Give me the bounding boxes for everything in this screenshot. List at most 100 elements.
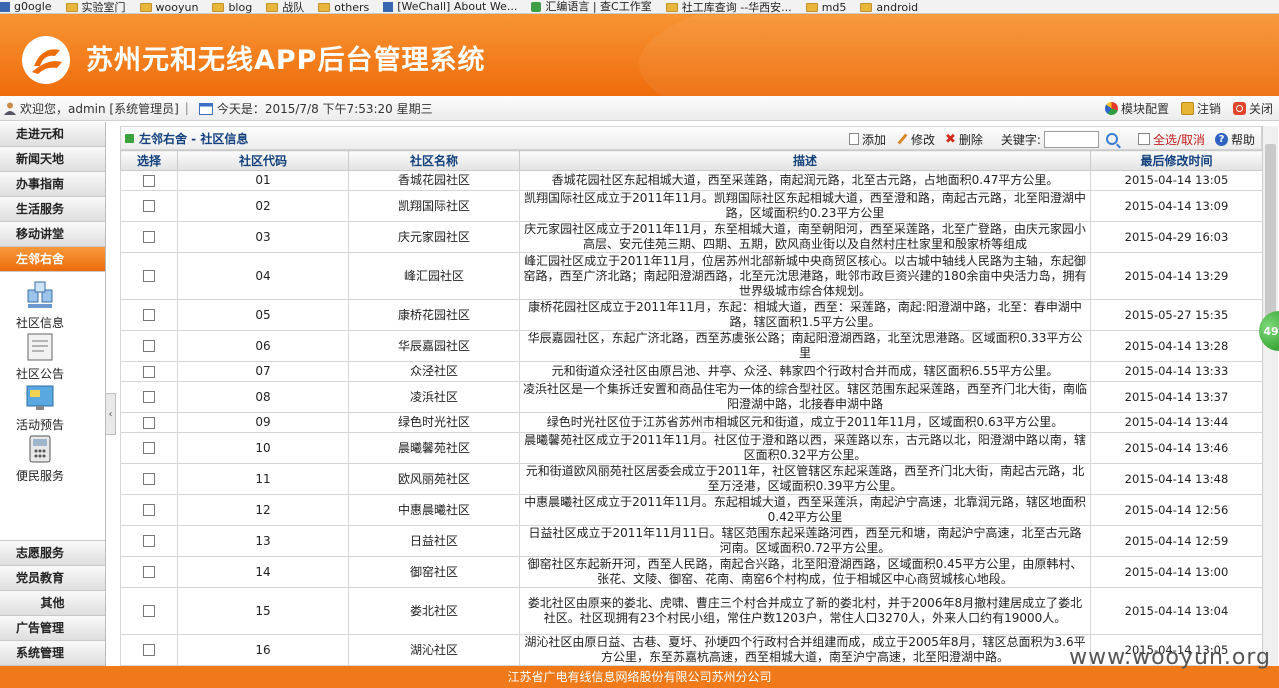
top-actions: 模块配置 注销 关闭 — [1104, 96, 1273, 121]
table-row[interactable]: 02 凯翔国际社区 凯翔国际社区成立于2011年11月。凯翔国际社区东起相城大道，西… — [120, 190, 1263, 222]
row-checkbox[interactable] — [143, 504, 155, 516]
row-time-cell: 2015-05-27 15:35 — [1090, 299, 1263, 331]
bookmark-item[interactable]: blog — [212, 1, 252, 14]
app-logo-icon — [22, 36, 70, 84]
sub-item-label: 社区信息 — [15, 316, 64, 330]
table-row[interactable]: 13 日益社区 日益社区成立于2011年11月11日。辖区范围东起采莲路河西，西至元… — [120, 525, 1263, 557]
row-checkbox[interactable] — [143, 340, 155, 352]
row-time-cell: 2015-04-14 13:44 — [1090, 412, 1263, 433]
sidebar-item-ads[interactable]: 广告管理 — [0, 616, 105, 641]
row-time-cell: 2015-04-14 13:04 — [1090, 587, 1263, 635]
search-icon[interactable] — [1105, 133, 1118, 145]
row-checkbox[interactable] — [143, 391, 155, 403]
vertical-scrollbar[interactable] — [1262, 126, 1278, 666]
row-checkbox[interactable] — [143, 270, 155, 282]
sidebar-item-guide[interactable]: 办事指南 — [0, 172, 105, 197]
row-select-cell — [120, 221, 178, 253]
row-checkbox[interactable] — [143, 605, 155, 617]
row-checkbox[interactable] — [143, 174, 155, 187]
sub-item-label: 便民服务 — [15, 469, 64, 483]
row-name-cell: 峰汇园社区 — [348, 252, 520, 300]
row-desc-cell: 日益社区成立于2011年11月11日。辖区范围东起采莲路河西，西至元和塘，南起沪… — [519, 525, 1091, 557]
bookmark-item[interactable]: [WeChall] About We... — [383, 0, 517, 13]
table-row[interactable]: 04 峰汇园社区 峰汇园社区成立于2011年11月，位居苏州北部新城中央商贸区核心。… — [120, 252, 1263, 300]
bookmark-item[interactable]: 战队 — [266, 0, 305, 14]
table-row[interactable]: 03 庆元家园社区 庆元家园社区成立于2011年11月，东至相城大道，南至朝阳河，西… — [120, 221, 1263, 253]
add-button[interactable]: 添加 — [848, 131, 886, 148]
row-checkbox[interactable] — [143, 566, 155, 578]
row-desc-cell: 凌浜社区是一个集拆迁安置和商品住宅为一体的综合型社区。辖区范围东起采莲路，西至齐… — [519, 381, 1091, 413]
table-row[interactable]: 07 众泾社区 元和街道众泾社区由原吕池、井亭、众泾、韩家四个行政村合并而成，辖区面… — [120, 361, 1263, 382]
close-button[interactable]: 关闭 — [1232, 100, 1273, 117]
folder-icon — [860, 3, 873, 12]
row-checkbox[interactable] — [143, 442, 155, 454]
row-checkbox[interactable] — [143, 231, 155, 243]
row-name-cell: 欧风丽苑社区 — [348, 463, 520, 495]
sidebar-item-system[interactable]: 系统管理 — [0, 641, 105, 666]
col-header-name: 社区名称 — [348, 150, 520, 171]
table-row[interactable]: 15 娄北社区 娄北社区由原来的娄北、虎啸、曹庄三个村合并成立了新的娄北村，并于20… — [120, 587, 1263, 635]
sidebar-item-life[interactable]: 生活服务 — [0, 197, 105, 222]
help-button[interactable]: ? 帮助 — [1214, 131, 1255, 148]
bookmark-item[interactable]: 社工库查询 --华西安... — [665, 1, 792, 14]
sidebar-item-party[interactable]: 党员教育 — [0, 566, 105, 591]
row-name-cell: 晨曦馨苑社区 — [348, 432, 520, 464]
table-row[interactable]: 06 华辰嘉园社区 华辰嘉园社区，东起广济北路，西至苏虞张公路；南起阳澄湖西路，北至… — [120, 330, 1263, 362]
row-checkbox[interactable] — [143, 535, 155, 547]
table-row[interactable]: 08 凌浜社区 凌浜社区是一个集拆迁安置和商品住宅为一体的综合型社区。辖区范围东起采… — [120, 381, 1263, 413]
row-name-cell: 中惠晨曦社区 — [348, 494, 520, 526]
bookmark-item[interactable]: 实验室门 — [65, 0, 126, 14]
table-row[interactable]: 12 中惠晨曦社区 中惠晨曦社区成立于2011年11月。东起相城大道，西至采莲浜，南… — [120, 494, 1263, 526]
sidebar-item-zoujin[interactable]: 走进元和 — [0, 122, 105, 147]
table-row[interactable]: 09 绿色时光社区 绿色时光社区位于江苏省苏州市相城区元和街道，成立于2011年11… — [120, 412, 1263, 433]
edit-label: 修改 — [910, 132, 935, 147]
sidebar-item-other[interactable]: 其他 — [0, 591, 105, 616]
row-checkbox[interactable] — [143, 200, 155, 212]
sidebar-item-lecture[interactable]: 移动讲堂 — [0, 222, 105, 247]
sub-item-convenience[interactable]: 便民服务 — [0, 433, 80, 484]
bookmark-label: 战队 — [282, 0, 305, 14]
bookmark-label: 实验室门 — [81, 0, 126, 14]
row-checkbox[interactable] — [143, 365, 155, 378]
row-code-cell: 08 — [177, 381, 349, 413]
bookmark-item[interactable]: wooyun — [139, 1, 198, 14]
row-checkbox[interactable] — [143, 473, 155, 485]
table-row[interactable]: 01 香城花园社区 香城花园社区东起相城大道，西至采莲路，南起润元路，北至古元路，占… — [120, 170, 1263, 191]
sidebar-item-neighbors[interactable]: 左邻右舍 — [0, 247, 105, 272]
row-select-cell — [120, 432, 178, 464]
row-desc-cell: 华辰嘉园社区，东起广济北路，西至苏虞张公路；南起阳澄湖西路，北至沈思港路。区域面… — [519, 330, 1091, 362]
keyword-label: 关键字: — [1000, 132, 1041, 147]
bookmark-item[interactable]: others — [318, 1, 369, 14]
arrow-icon — [125, 133, 134, 143]
bookmark-item[interactable]: android — [860, 1, 918, 14]
delete-button[interactable]: ✖ 删除 — [945, 131, 983, 148]
module-config-button[interactable]: 模块配置 — [1104, 100, 1169, 117]
sidebar-item-news[interactable]: 新闻天地 — [0, 147, 105, 172]
sidebar-item-volunteer[interactable]: 志愿服务 — [0, 541, 105, 566]
sub-item-event-preview[interactable]: 活动预告 — [0, 382, 80, 433]
sub-item-community-notice[interactable]: 社区公告 — [0, 331, 80, 382]
row-name-cell: 日益社区 — [348, 525, 520, 557]
bookmark-item[interactable]: md5 — [805, 1, 846, 14]
sub-item-community-info[interactable]: 社区信息 — [0, 280, 80, 331]
bookmark-item[interactable]: 汇编语言 | 查C工作室 — [531, 0, 652, 13]
row-desc-cell: 元和街道欧风丽苑社区居委会成立于2011年，社区管辖区东起采莲路，西至齐门北大街… — [519, 463, 1091, 495]
select-all-button[interactable]: 全选/取消 — [1137, 131, 1205, 148]
table-row[interactable]: 11 欧风丽苑社区 元和街道欧风丽苑社区居委会成立于2011年，社区管辖区东起采莲路… — [120, 463, 1263, 495]
row-select-cell — [120, 494, 178, 526]
row-checkbox[interactable] — [143, 416, 155, 429]
row-desc-cell: 绿色时光社区位于江苏省苏州市相城区元和街道，成立于2011年11月，区域面积0.… — [519, 412, 1091, 433]
logout-button[interactable]: 注销 — [1180, 100, 1221, 117]
table-row[interactable]: 05 康桥花园社区 康桥花园社区成立于2011年11月，东起：相城大道，西至：采莲路… — [120, 299, 1263, 331]
table-row[interactable]: 10 晨曦馨苑社区 晨曦馨苑社区成立于2011年11月。社区位于澄和路以西，采莲路以… — [120, 432, 1263, 464]
select-all-checkbox[interactable] — [1137, 133, 1150, 145]
row-select-cell — [120, 525, 178, 557]
sidebar-collapse-toggle[interactable]: ‹ — [106, 393, 116, 435]
edit-button[interactable]: 修改 — [896, 131, 935, 148]
row-checkbox[interactable] — [143, 309, 155, 321]
row-time-cell: 2015-04-14 13:00 — [1090, 556, 1263, 588]
keyword-input[interactable] — [1043, 130, 1099, 148]
table-row[interactable]: 14 御窑社区 御窑社区东起新开河，西至人民路，南起合兴路，北至阳澄湖西路，区域面积… — [120, 556, 1263, 588]
row-checkbox[interactable] — [143, 644, 155, 656]
bookmark-item[interactable]: g0ogle — [0, 0, 52, 13]
